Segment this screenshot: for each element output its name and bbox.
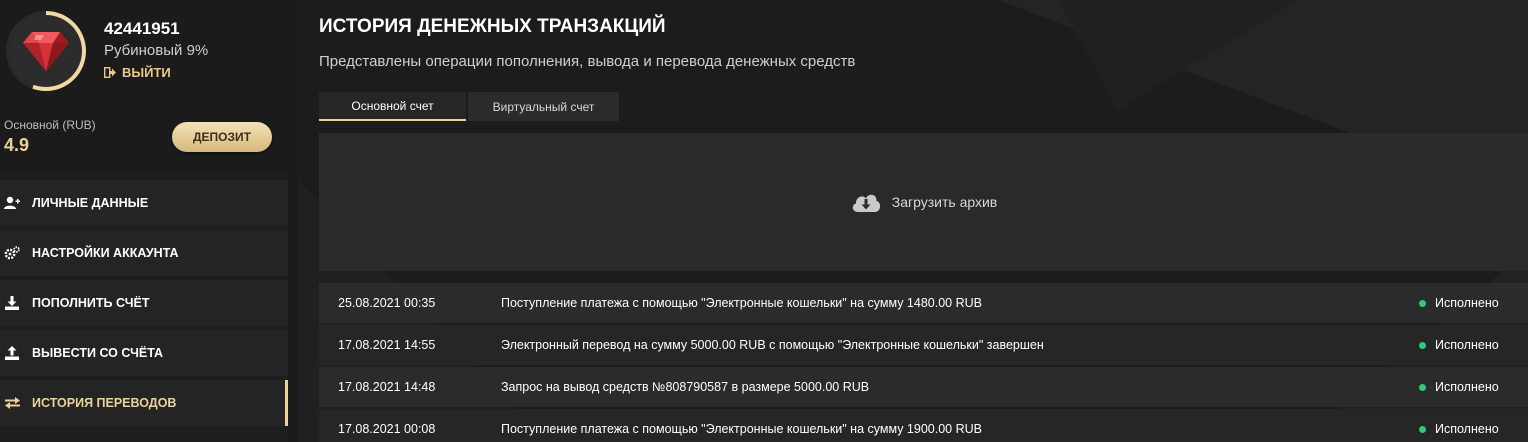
logout-icon xyxy=(104,67,116,78)
sidebar-item-label: НАСТРОЙКИ АККАУНТА xyxy=(32,246,179,260)
transfer-arrows-icon xyxy=(4,395,20,411)
sidebar: 42441951 Рубиновый 9% ВЫЙТИ Основной (RU… xyxy=(0,0,288,442)
sidebar-item-transfer-history[interactable]: ИСТОРИЯ ПЕРЕВОДОВ xyxy=(0,380,288,426)
sidebar-item-deposit[interactable]: ПОПОЛНИТЬ СЧЁТ xyxy=(0,280,288,326)
sidebar-item-label: ВЫВЕСТИ СО СЧЁТА xyxy=(32,346,164,360)
sidebar-item-label: ИСТОРИЯ ПЕРЕВОДОВ xyxy=(32,396,177,410)
sidebar-item-account-settings[interactable]: НАСТРОЙКИ АККАУНТА xyxy=(0,230,288,276)
status-badge: Исполнено xyxy=(1419,296,1499,310)
logout-label: ВЫЙТИ xyxy=(122,65,171,80)
status-dot-icon xyxy=(1419,425,1426,433)
table-row: 17.08.2021 14:48 Запрос на вывод средств… xyxy=(319,367,1528,407)
tab-main-account[interactable]: Основной счет xyxy=(319,92,466,121)
add-user-icon xyxy=(4,195,20,211)
table-row: 17.08.2021 00:08 Поступление платежа с п… xyxy=(319,409,1528,442)
download-archive-button[interactable]: Загрузить архив xyxy=(319,133,1528,271)
profile-panel: 42441951 Рубиновый 9% ВЫЙТИ Основной (RU… xyxy=(0,0,288,172)
status-badge: Исполнено xyxy=(1419,338,1499,352)
status-dot-icon xyxy=(1419,383,1426,391)
account-tabs: Основной счет Виртуальный счет xyxy=(319,92,619,121)
transaction-date: 17.08.2021 14:55 xyxy=(338,338,436,352)
upload-icon xyxy=(4,345,20,361)
transaction-description: Запрос на вывод средств №808790587 в раз… xyxy=(501,380,870,394)
transaction-date: 25.08.2021 00:35 xyxy=(338,296,436,310)
status-label: Исполнено xyxy=(1435,422,1499,436)
tab-virtual-account[interactable]: Виртуальный счет xyxy=(468,92,619,121)
table-row: 17.08.2021 14:55 Электронный перевод на … xyxy=(319,325,1528,365)
page-title: ИСТОРИЯ ДЕНЕЖНЫХ ТРАНЗАКЦИЙ xyxy=(319,16,666,37)
table-row: 25.08.2021 00:35 Поступление платежа с п… xyxy=(319,283,1528,323)
user-id: 42441951 xyxy=(104,19,180,38)
user-level: Рубиновый 9% xyxy=(104,42,209,59)
sidebar-item-withdraw[interactable]: ВЫВЕСТИ СО СЧЁТА xyxy=(0,330,288,376)
page-subtitle: Представлены операции пополнения, вывода… xyxy=(319,53,856,70)
avatar xyxy=(6,11,86,91)
deposit-button[interactable]: ДЕПОЗИТ xyxy=(172,122,272,152)
main-content: ИСТОРИЯ ДЕНЕЖНЫХ ТРАНЗАКЦИЙ Представлены… xyxy=(298,0,1528,442)
gears-icon xyxy=(4,245,20,261)
status-dot-icon xyxy=(1419,341,1426,349)
transaction-date: 17.08.2021 14:48 xyxy=(338,380,436,394)
sidebar-item-label: ПОПОЛНИТЬ СЧЁТ xyxy=(32,296,150,310)
logout-link[interactable]: ВЫЙТИ xyxy=(104,65,171,80)
sidebar-item-label: ЛИЧНЫЕ ДАННЫЕ xyxy=(32,196,149,210)
transactions-list: 25.08.2021 00:35 Поступление платежа с п… xyxy=(319,283,1528,442)
download-icon xyxy=(4,295,20,311)
ruby-gem-icon xyxy=(23,32,69,71)
sidebar-item-personal-data[interactable]: ЛИЧНЫЕ ДАННЫЕ xyxy=(0,180,288,226)
status-dot-icon xyxy=(1419,299,1426,307)
sidebar-nav: ЛИЧНЫЕ ДАННЫЕ НАСТРОЙКИ АККАУНТА ПОПОЛНИ… xyxy=(0,180,288,430)
status-badge: Исполнено xyxy=(1419,380,1499,394)
transaction-description: Поступление платежа с помощью "Электронн… xyxy=(501,422,982,436)
status-label: Исполнено xyxy=(1435,380,1499,394)
balance-label: Основной (RUB) xyxy=(4,118,96,132)
transaction-date: 17.08.2021 00:08 xyxy=(338,422,436,436)
balance-value: 4.9 xyxy=(4,135,30,155)
status-badge: Исполнено xyxy=(1419,422,1499,436)
cloud-download-icon xyxy=(852,194,880,212)
status-label: Исполнено xyxy=(1435,296,1499,310)
transaction-description: Поступление платежа с помощью "Электронн… xyxy=(501,296,982,310)
transaction-description: Электронный перевод на сумму 5000.00 RUB… xyxy=(501,338,1044,352)
archive-label: Загрузить архив xyxy=(891,194,998,210)
status-label: Исполнено xyxy=(1435,338,1499,352)
